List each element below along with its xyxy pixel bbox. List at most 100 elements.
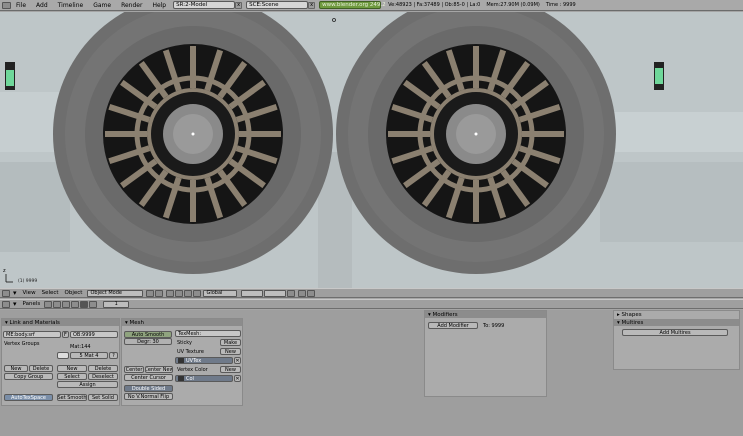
col-delete-icon[interactable]: ✕ [234, 375, 241, 382]
layers-row-1[interactable] [241, 289, 264, 297]
mesh-name-field[interactable]: ME:body.srf [3, 331, 61, 338]
buttons-editor-icon[interactable] [2, 300, 10, 308]
menu-object[interactable]: Object [62, 290, 86, 296]
multires-title[interactable]: ▾ Multires [614, 319, 739, 326]
link-materials-panel: ▾ Link and Materials ME:body.srf F OB:99… [1, 318, 120, 406]
manipulator-icon[interactable] [166, 289, 175, 297]
shading-context-icon[interactable] [62, 300, 71, 308]
script-icon[interactable] [53, 300, 62, 308]
menu-render[interactable]: Render [116, 2, 147, 9]
uv-texture-label: UV Texture [177, 349, 204, 355]
menu-file[interactable]: File [11, 2, 31, 9]
object-context-icon[interactable] [71, 300, 80, 308]
logic-icon[interactable] [44, 300, 53, 308]
material-color-swatch[interactable] [57, 352, 69, 359]
set-solid-button[interactable]: Set Solid [88, 394, 118, 401]
vertex-color-label: Vertex Color [177, 367, 208, 373]
screen-name: SR:2-Model [176, 2, 208, 8]
shapes-title[interactable]: ▸ Shapes [614, 311, 642, 318]
vertex-groups-label: Vertex Groups [4, 341, 40, 347]
menu-game[interactable]: Game [88, 2, 116, 9]
object-name-field[interactable]: OB:9999 [70, 331, 118, 338]
frame-value: 1 [114, 301, 118, 307]
menu-help[interactable]: Help [147, 2, 171, 9]
vgroup-new-button[interactable]: New [4, 365, 28, 372]
render-time: Time : 9999 [545, 2, 576, 8]
mode-label: Object Mode [90, 290, 122, 296]
render-anim-icon[interactable] [307, 289, 316, 297]
vgroup-delete-button[interactable]: Delete [29, 365, 53, 372]
material-assign-button[interactable]: Assign [57, 381, 118, 388]
blender-url-link[interactable]: www.blender.org 249.2 [319, 1, 386, 9]
center-button[interactable]: Center [124, 366, 144, 373]
menu-view[interactable]: View [20, 290, 39, 296]
screen-delete-icon[interactable]: x [235, 1, 243, 9]
buttons-window: ▾ Link and Materials ME:body.srf F OB:99… [0, 310, 743, 436]
uvtex-render-icon[interactable] [178, 358, 184, 363]
orientation-selector[interactable]: Global [203, 289, 238, 297]
fake-user-button[interactable]: F [62, 331, 69, 338]
material-new-button[interactable]: New [57, 365, 87, 372]
vc-new-button[interactable]: New [220, 366, 241, 373]
translate-icon[interactable] [175, 289, 184, 297]
material-help-button[interactable]: ? [109, 352, 118, 359]
scene-context-icon[interactable] [89, 300, 98, 308]
editor-type-icon[interactable] [2, 1, 11, 9]
copy-group-button[interactable]: Copy Group [4, 373, 53, 380]
material-slot: 5 Mat 4 [79, 352, 99, 359]
render-icon[interactable] [298, 289, 307, 297]
auto-smooth-toggle[interactable]: Auto Smooth [124, 331, 172, 338]
editing-context-icon[interactable] [80, 300, 89, 308]
texmesh-label: TexMesh: [178, 330, 202, 337]
center-new-button[interactable]: Center New [145, 366, 173, 373]
sticky-make-button[interactable]: Make [220, 339, 241, 346]
uv-new-button[interactable]: New [220, 348, 241, 355]
modifiers-title[interactable]: ▾ Modifiers [425, 311, 546, 318]
col-layer[interactable]: Col [175, 375, 233, 382]
shading-icon[interactable] [146, 289, 155, 297]
uvtex-name: UVTex [186, 357, 202, 364]
scale-icon[interactable] [193, 289, 202, 297]
double-sided-toggle[interactable]: Double Sided [124, 385, 173, 392]
rotate-icon[interactable] [184, 289, 193, 297]
axis-label: z [3, 268, 6, 274]
menu-timeline[interactable]: Timeline [53, 2, 89, 9]
scene-stats: Ve:48923 | Fa:37489 | Ob:85-0 | La:0 [388, 2, 481, 8]
menu-add[interactable]: Add [31, 2, 53, 9]
layers-row-2[interactable] [264, 289, 287, 297]
autotexspace-toggle[interactable]: AutoTexSpace [4, 394, 53, 401]
pivot-icon[interactable] [155, 289, 164, 297]
center-cursor-button[interactable]: Center Cursor [124, 374, 173, 381]
texmesh-field[interactable]: TexMesh: [175, 330, 241, 337]
add-multires-button[interactable]: Add Multires [622, 329, 728, 336]
menu-select[interactable]: Select [39, 290, 62, 296]
add-modifier-button[interactable]: Add Modifier [428, 322, 478, 329]
screen-selector[interactable]: SR:2-Model [173, 1, 236, 9]
view-editor-icon[interactable] [2, 289, 10, 297]
set-smooth-button[interactable]: Set Smooth [57, 394, 87, 401]
no-v-normal-flip-toggle[interactable]: No V.Normal Flip [124, 393, 173, 400]
material-count: Mat:144 [70, 344, 91, 350]
mode-selector[interactable]: Object Mode [87, 289, 144, 297]
lock-icon[interactable] [287, 289, 296, 297]
uvtex-layer[interactable]: UVTex [175, 357, 233, 364]
material-deselect-button[interactable]: Deselect [88, 373, 118, 380]
frame-counter[interactable]: 1 [103, 300, 130, 308]
panels-label: Panels [22, 301, 41, 307]
scene-selector[interactable]: SCE:Scene [246, 1, 309, 9]
col-render-icon[interactable] [178, 376, 184, 381]
uvtex-delete-icon[interactable]: ✕ [234, 357, 241, 364]
material-delete-button[interactable]: Delete [88, 365, 118, 372]
smooth-degree-field[interactable]: Degr: 30 [124, 338, 172, 345]
collapse-icon[interactable]: ▾ [10, 300, 20, 308]
material-slot-field[interactable]: 5 Mat 4 [70, 352, 108, 359]
3d-viewport[interactable]: z (1) 9999 [0, 12, 743, 288]
mesh-panel: ▾ Mesh Auto Smooth Degr: 30 TexMesh: Sti… [121, 318, 243, 406]
scene-delete-icon[interactable]: x [308, 1, 316, 9]
material-select-button[interactable]: Select [57, 373, 87, 380]
scene-name: SCE:Scene [249, 2, 279, 8]
collapse-icon[interactable]: ▾ [10, 289, 20, 297]
mesh-title[interactable]: ▾ Mesh [122, 319, 242, 326]
mesh-title-text: Mesh [129, 319, 144, 326]
link-materials-title[interactable]: ▾ Link and Materials [2, 319, 119, 326]
